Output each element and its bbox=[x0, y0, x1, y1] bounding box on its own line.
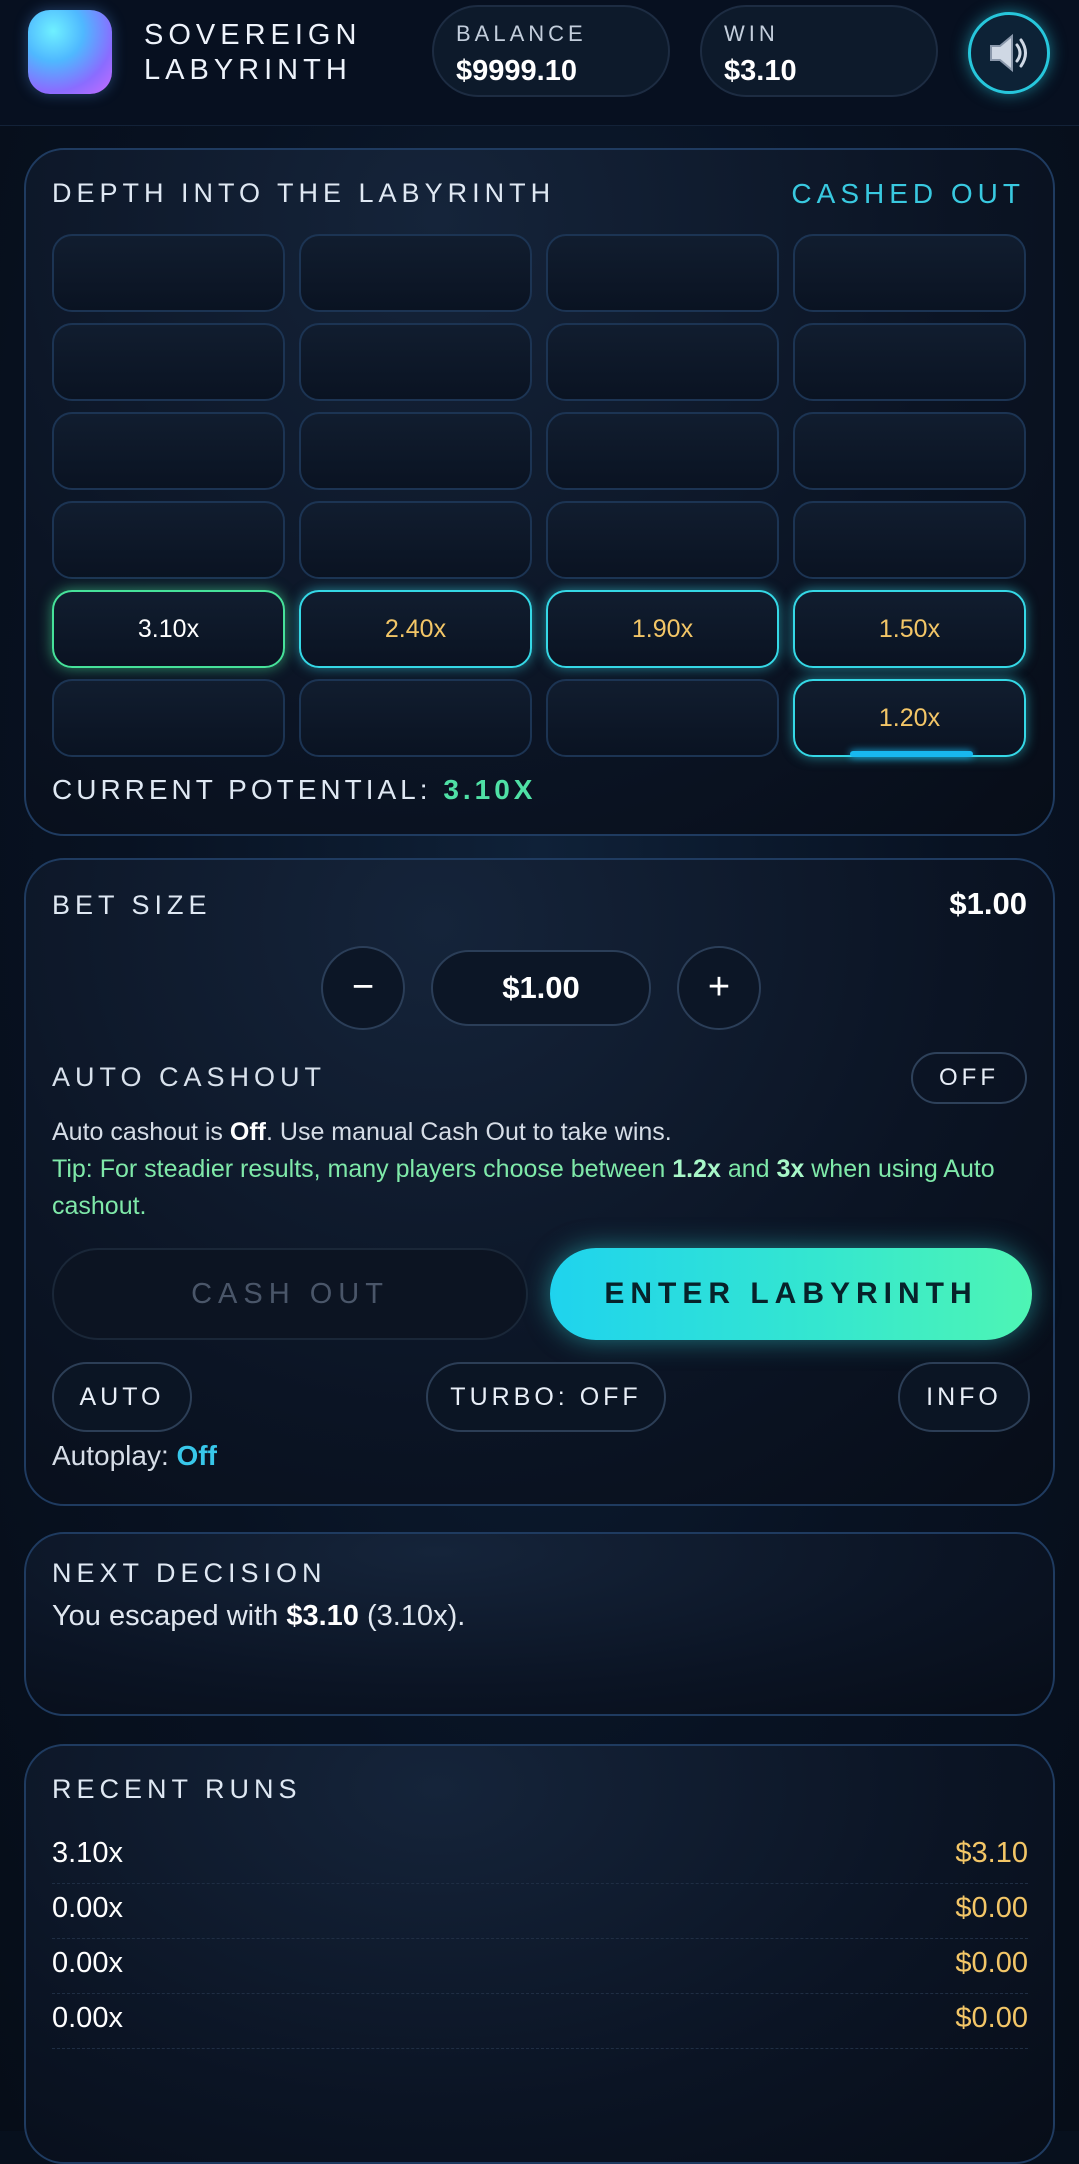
autoplay-status: Autoplay: Off bbox=[52, 1440, 217, 1472]
message-text-1: You escaped with bbox=[52, 1600, 287, 1632]
auto-cashout-description: Auto cashout is Off. Use manual Cash Out… bbox=[52, 1114, 1012, 1225]
labyrinth-cell[interactable] bbox=[793, 412, 1026, 490]
bet-panel: BET SIZE $1.00 − $1.00 + AUTO CASHOUT OF… bbox=[24, 858, 1055, 1506]
run-multiplier: 3.10x bbox=[52, 1837, 123, 1869]
labyrinth-cell[interactable] bbox=[299, 323, 532, 401]
cash-out-button[interactable]: CASH OUT bbox=[52, 1248, 528, 1340]
labyrinth-cell[interactable] bbox=[299, 234, 532, 312]
recent-run-row: 0.00x $0.00 bbox=[52, 1883, 1028, 1939]
labyrinth-cell[interactable] bbox=[52, 323, 285, 401]
current-step-indicator bbox=[850, 751, 973, 757]
balance-display: BALANCE $9999.10 bbox=[432, 5, 670, 97]
recent-run-row: 0.00x $0.00 bbox=[52, 1938, 1028, 1994]
labyrinth-panel: DEPTH INTO THE LABYRINTH CASHED OUT 3.10… bbox=[24, 148, 1055, 836]
win-value: $3.10 bbox=[724, 55, 797, 87]
labyrinth-cell[interactable] bbox=[299, 412, 532, 490]
message-text-2: (3.10x). bbox=[358, 1600, 466, 1632]
balance-value: $9999.10 bbox=[456, 55, 577, 87]
auto-button[interactable]: AUTO bbox=[52, 1362, 192, 1432]
turbo-button[interactable]: TURBO: OFF bbox=[426, 1362, 666, 1432]
bet-amount-field[interactable]: $1.00 bbox=[431, 950, 651, 1026]
labyrinth-cell[interactable] bbox=[52, 412, 285, 490]
labyrinth-cell[interactable] bbox=[299, 679, 532, 757]
game-logo bbox=[28, 10, 112, 94]
auto-cashout-info: Auto cashout is Off. Use manual Cash Out… bbox=[52, 1114, 1012, 1151]
game-screen: SOVEREIGN LABYRINTH BALANCE $9999.10 WIN… bbox=[0, 0, 1079, 2164]
labyrinth-cell[interactable] bbox=[546, 501, 779, 579]
tip-and: and bbox=[720, 1155, 777, 1183]
labyrinth-cell[interactable] bbox=[546, 234, 779, 312]
labyrinth-cell[interactable]: 1.50x bbox=[793, 590, 1026, 668]
bet-size-value: $1.00 bbox=[949, 886, 1027, 921]
autoplay-value: Off bbox=[176, 1440, 217, 1471]
labyrinth-cell[interactable]: 3.10x bbox=[52, 590, 285, 668]
game-title-line1: SOVEREIGN bbox=[144, 19, 362, 51]
labyrinth-cell[interactable] bbox=[546, 679, 779, 757]
info-text-1: Auto cashout is bbox=[52, 1118, 230, 1146]
labyrinth-title: DEPTH INTO THE LABYRINTH bbox=[52, 178, 556, 208]
labyrinth-cell[interactable] bbox=[793, 501, 1026, 579]
run-payout: $0.00 bbox=[955, 1947, 1028, 1979]
enter-labyrinth-button[interactable]: ENTER LABYRINTH bbox=[550, 1248, 1032, 1340]
run-payout: $0.00 bbox=[955, 2002, 1028, 2034]
game-title: SOVEREIGN LABYRINTH bbox=[144, 18, 361, 88]
balance-label: BALANCE bbox=[456, 21, 587, 46]
labyrinth-cell[interactable]: 1.90x bbox=[546, 590, 779, 668]
info-text-2: . Use manual Cash Out to take wins. bbox=[266, 1118, 672, 1146]
round-status: CASHED OUT bbox=[791, 178, 1025, 209]
labyrinth-cell[interactable] bbox=[299, 501, 532, 579]
next-decision-panel: NEXT DECISION You escaped with $3.10 (3.… bbox=[24, 1532, 1055, 1716]
labyrinth-cell[interactable] bbox=[546, 323, 779, 401]
run-multiplier: 0.00x bbox=[52, 2002, 123, 2034]
next-decision-message: You escaped with $3.10 (3.10x). bbox=[52, 1600, 465, 1633]
decrease-bet-button[interactable]: − bbox=[321, 946, 405, 1030]
labyrinth-cell[interactable] bbox=[793, 323, 1026, 401]
recent-runs-panel: RECENT RUNS 3.10x $3.10 0.00x $0.00 0.00x $0.… bbox=[24, 1744, 1055, 2164]
message-amount: $3.10 bbox=[286, 1600, 359, 1632]
labyrinth-cell[interactable] bbox=[546, 412, 779, 490]
tip-low: 1.2x bbox=[672, 1155, 721, 1183]
labyrinth-cell[interactable] bbox=[52, 501, 285, 579]
info-button[interactable]: INFO bbox=[898, 1362, 1030, 1432]
run-payout: $3.10 bbox=[955, 1837, 1028, 1869]
tip-high: 3x bbox=[776, 1155, 805, 1183]
labyrinth-cell[interactable] bbox=[52, 679, 285, 757]
bet-size-label: BET SIZE bbox=[52, 890, 212, 920]
current-potential: CURRENT POTENTIAL: 3.10X bbox=[52, 774, 536, 806]
auto-cashout-toggle[interactable]: OFF bbox=[911, 1052, 1027, 1104]
labyrinth-cell[interactable] bbox=[793, 234, 1026, 312]
current-potential-value: 3.10X bbox=[443, 774, 537, 805]
auto-cashout-label: AUTO CASHOUT bbox=[52, 1062, 327, 1092]
recent-run-row: 0.00x $0.00 bbox=[52, 1993, 1028, 2049]
run-multiplier: 0.00x bbox=[52, 1892, 123, 1924]
run-payout: $0.00 bbox=[955, 1892, 1028, 1924]
current-potential-label: CURRENT POTENTIAL: bbox=[52, 774, 432, 805]
next-decision-title: NEXT DECISION bbox=[52, 1558, 327, 1588]
auto-cashout-tip: Tip: For steadier results, many players … bbox=[52, 1151, 1012, 1225]
recent-run-row: 3.10x $3.10 bbox=[52, 1828, 1028, 1884]
run-multiplier: 0.00x bbox=[52, 1947, 123, 1979]
game-title-line2: LABYRINTH bbox=[144, 54, 352, 86]
info-off: Off bbox=[229, 1118, 266, 1146]
labyrinth-cell[interactable] bbox=[52, 234, 285, 312]
top-bar: SOVEREIGN LABYRINTH BALANCE $9999.10 WIN… bbox=[0, 0, 1079, 126]
autoplay-label: Autoplay: bbox=[52, 1440, 177, 1471]
win-label: WIN bbox=[724, 21, 779, 46]
win-display: WIN $3.10 bbox=[700, 5, 938, 97]
labyrinth-cell[interactable]: 1.20x bbox=[793, 679, 1026, 757]
increase-bet-button[interactable]: + bbox=[677, 946, 761, 1030]
tip-text-1: Tip: For steadier results, many players … bbox=[52, 1155, 673, 1183]
speaker-icon bbox=[990, 33, 1027, 73]
sound-toggle-button[interactable] bbox=[968, 12, 1050, 94]
labyrinth-cell[interactable]: 2.40x bbox=[299, 590, 532, 668]
recent-runs-title: RECENT RUNS bbox=[52, 1774, 302, 1804]
